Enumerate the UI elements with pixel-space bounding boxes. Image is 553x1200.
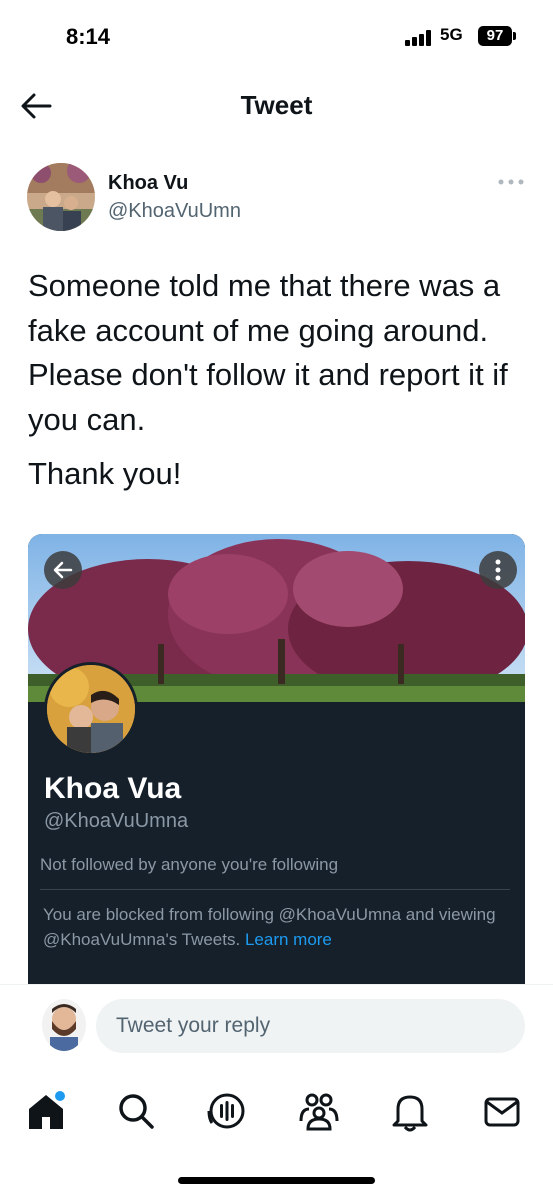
reply-input[interactable] bbox=[96, 999, 525, 1053]
tab-messages[interactable] bbox=[480, 1089, 524, 1133]
home-indicator bbox=[178, 1177, 375, 1184]
messages-icon bbox=[484, 1097, 520, 1127]
fake-profile-name: Khoa Vua bbox=[44, 772, 182, 805]
author-name[interactable]: Khoa Vu bbox=[108, 172, 188, 195]
communities-icon bbox=[299, 1093, 339, 1131]
search-icon bbox=[119, 1094, 154, 1129]
tweet-body: Someone told me that there was a fake ac… bbox=[28, 268, 508, 437]
more-dots-icon bbox=[498, 179, 524, 185]
not-followed-text: Not followed by anyone you're following bbox=[40, 855, 339, 874]
spaces-icon bbox=[207, 1093, 245, 1129]
media-more-button bbox=[479, 551, 517, 589]
fake-profile-avatar bbox=[44, 662, 138, 756]
blocked-notice: You are blocked from following @KhoaVuUm… bbox=[43, 902, 513, 952]
page-title: Tweet bbox=[240, 90, 313, 120]
tab-spaces[interactable] bbox=[205, 1089, 249, 1133]
network-label: 5G bbox=[440, 25, 463, 44]
author-handle[interactable]: @KhoaVuUmn bbox=[108, 200, 241, 223]
tweet-closing: Thank you! bbox=[28, 456, 182, 491]
more-vertical-icon bbox=[495, 559, 501, 581]
tweet-author: Khoa Vu @KhoaVuUmn bbox=[27, 163, 527, 233]
top-header: Tweet bbox=[0, 76, 553, 136]
more-options-button[interactable] bbox=[497, 175, 525, 189]
bottom-tab-bar bbox=[0, 1075, 553, 1145]
fake-profile-handle: @KhoaVuUmna bbox=[44, 810, 189, 832]
tab-home[interactable] bbox=[24, 1089, 68, 1133]
battery-tip bbox=[513, 32, 516, 40]
tab-search[interactable] bbox=[114, 1089, 158, 1133]
home-icon bbox=[29, 1091, 65, 1129]
status-bar: 8:14 5G 97 bbox=[0, 0, 553, 70]
reply-bar bbox=[0, 984, 553, 1070]
status-time: 8:14 bbox=[66, 24, 111, 49]
tab-communities[interactable] bbox=[297, 1089, 341, 1133]
tab-notifications[interactable] bbox=[388, 1089, 432, 1133]
signal-icon bbox=[405, 29, 435, 46]
learn-more-link: Learn more bbox=[244, 930, 332, 949]
user-avatar[interactable] bbox=[42, 999, 86, 1051]
media-back-button bbox=[44, 551, 82, 589]
notifications-icon bbox=[392, 1095, 428, 1132]
arrow-left-icon bbox=[53, 561, 73, 579]
divider bbox=[40, 889, 510, 890]
battery-icon: 97 bbox=[478, 26, 512, 46]
avatar-image bbox=[27, 163, 95, 231]
tweet-media-image[interactable]: Khoa Vua @KhoaVuUmna Not followed by any… bbox=[28, 534, 525, 986]
author-avatar[interactable] bbox=[27, 163, 95, 231]
